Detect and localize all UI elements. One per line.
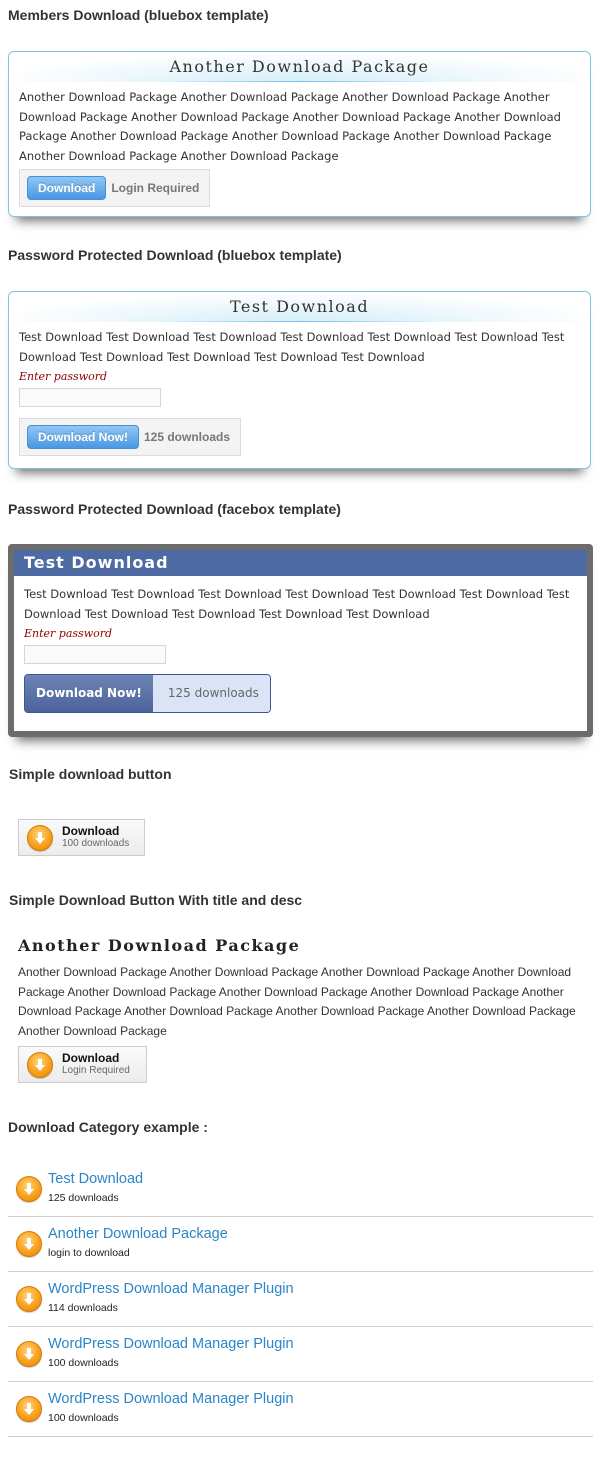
download-link[interactable]: Test Download (48, 1171, 143, 1187)
simple-button-title: Download (62, 824, 120, 838)
bluebox-password-download: Test Download Test Download Test Downloa… (8, 291, 591, 469)
download-arrow-icon (27, 1051, 53, 1078)
download-button-box: Download Login Required (19, 169, 211, 207)
download-arrow-icon[interactable] (16, 1231, 42, 1257)
download-now-button[interactable]: Download Now! 125 downloads (24, 674, 271, 713)
bluebox-header: Another Download Package (9, 54, 590, 82)
download-count: 125 downloads (144, 430, 231, 444)
facebox-password-download: Test Download Test Download Test Downloa… (8, 544, 593, 737)
download-link[interactable]: WordPress Download Manager Plugin (48, 1391, 294, 1407)
download-arrow-icon (27, 824, 53, 851)
password-input[interactable] (19, 388, 161, 407)
simple-button-title: Download (62, 1051, 120, 1065)
package-title: Test Download (229, 297, 370, 316)
simple-download-button[interactable]: Download 100 downloads (18, 819, 145, 856)
package-title: Another Download Package (18, 936, 301, 955)
password-label: Enter password (19, 370, 108, 383)
password-input[interactable] (24, 645, 166, 664)
package-description: Test Download Test Download Test Downloa… (19, 330, 565, 364)
download-now-button[interactable]: Download Now! (27, 425, 139, 449)
download-link[interactable]: WordPress Download Manager Plugin (48, 1336, 294, 1352)
bluebox-header: Test Download (9, 294, 590, 322)
section-title-category: Download Category example : (8, 1119, 208, 1135)
login-required-label: Login Required (62, 1065, 130, 1076)
list-item: Another Download Package login to downlo… (8, 1217, 593, 1272)
section-title-members: Members Download (bluebox template) (8, 7, 269, 23)
facebox-header: Test Download (14, 550, 587, 576)
section-title-simple: Simple download button (9, 766, 172, 782)
section-title-password-facebox: Password Protected Download (facebox tem… (8, 501, 341, 517)
download-arrow-icon[interactable] (16, 1176, 42, 1202)
download-count: 100 downloads (48, 1412, 119, 1424)
section-title-simple-title-desc: Simple Download Button With title and de… (9, 892, 303, 908)
password-label: Enter password (24, 627, 113, 640)
download-arrow-icon[interactable] (16, 1286, 42, 1312)
download-button-box: Download Now! 125 downloads (19, 418, 242, 456)
bluebox-members-download: Another Download Package Another Downloa… (8, 51, 591, 217)
list-item: WordPress Download Manager Plugin 100 do… (8, 1327, 593, 1382)
download-count: 125 downloads (48, 1192, 119, 1204)
download-count: 100 downloads (62, 838, 130, 849)
package-description: Test Download Test Download Test Downloa… (24, 587, 570, 621)
download-link[interactable]: Another Download Package (48, 1226, 228, 1242)
package-title: Another Download Package (169, 57, 430, 76)
download-arrow-icon[interactable] (16, 1396, 42, 1422)
login-required-label: Login Required (111, 181, 200, 195)
download-link[interactable]: WordPress Download Manager Plugin (48, 1281, 294, 1297)
package-description: Another Download Package Another Downloa… (19, 90, 561, 163)
download-count: 114 downloads (48, 1302, 118, 1314)
list-item: WordPress Download Manager Plugin 114 do… (8, 1272, 593, 1327)
package-description: Another Download Package Another Downloa… (18, 965, 576, 1038)
download-info: login to download (48, 1247, 130, 1259)
download-arrow-icon[interactable] (16, 1341, 42, 1367)
list-item: Test Download 125 downloads (8, 1162, 593, 1217)
download-count: 125 downloads (152, 675, 270, 712)
section-title-password-bluebox: Password Protected Download (bluebox tem… (8, 247, 342, 263)
simple-download-button[interactable]: Download Login Required (18, 1046, 147, 1083)
download-count: 100 downloads (48, 1357, 119, 1369)
list-item: WordPress Download Manager Plugin 100 do… (8, 1382, 593, 1437)
category-download-list: Test Download 125 downloads Another Down… (8, 1162, 593, 1437)
package-title: Test Download (24, 553, 169, 572)
download-now-label[interactable]: Download Now! (25, 675, 153, 712)
download-button[interactable]: Download (27, 176, 107, 200)
